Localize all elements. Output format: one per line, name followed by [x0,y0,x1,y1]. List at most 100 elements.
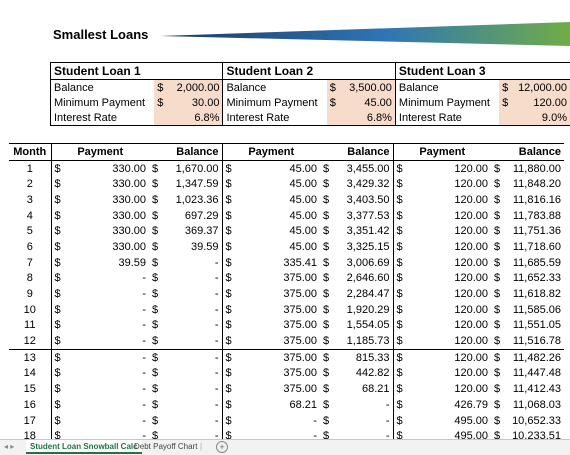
month-cell[interactable]: 17 [9,413,51,429]
payment-cell[interactable]: 120.00 [407,255,491,271]
payment-currency-cell[interactable]: $ [221,348,236,366]
balance-cell[interactable]: 11,482.26 [505,348,564,366]
payment-cell[interactable]: 45.00 [236,223,320,239]
payment-currency-cell[interactable]: $ [50,348,65,366]
balance-currency-cell[interactable]: $ [491,381,505,397]
loan-1-min-value[interactable]: 30.00 [170,95,223,110]
payment-cell[interactable]: 120.00 [407,381,491,397]
payment-currency-cell[interactable]: $ [221,192,236,208]
balance-cell[interactable]: 11,652.33 [505,271,564,287]
balance-currency-cell[interactable]: $ [491,271,505,287]
payment-currency-cell[interactable]: $ [221,301,236,318]
month-cell[interactable]: 13 [9,348,51,366]
loan-1-balance-currency[interactable]: $ [154,79,171,95]
month-cell[interactable]: 14 [9,366,51,382]
header-loan-2-payment[interactable]: Payment [221,143,320,161]
balance-cell[interactable]: 11,685.59 [505,255,564,271]
payment-cell[interactable]: 375.00 [236,366,320,382]
payment-cell[interactable]: - [65,366,149,382]
payment-currency-cell[interactable]: $ [50,381,65,397]
balance-cell[interactable]: - [163,333,222,349]
payment-cell[interactable]: 45.00 [236,176,320,192]
loan-1-min-currency[interactable]: $ [154,95,171,110]
payment-cell[interactable]: 120.00 [407,318,491,334]
balance-currency-cell[interactable]: $ [320,318,334,334]
payment-currency-cell[interactable]: $ [50,239,65,255]
payment-currency-cell[interactable]: $ [50,176,65,193]
balance-cell[interactable]: 39.59 [163,239,222,255]
payment-cell[interactable]: 330.00 [65,223,149,239]
balance-cell[interactable]: 11,516.78 [505,333,564,349]
balance-currency-cell[interactable]: $ [491,223,505,239]
payment-cell[interactable]: 120.00 [407,208,491,224]
loan-2-balance-currency[interactable]: $ [326,79,343,95]
balance-cell[interactable]: 11,751.36 [505,223,564,239]
balance-currency-cell[interactable]: $ [320,413,334,429]
balance-currency-cell[interactable]: $ [491,366,505,382]
balance-cell[interactable]: 1,347.59 [163,176,222,192]
balance-cell[interactable]: 1,920.29 [334,302,393,318]
payment-cell[interactable]: 375.00 [236,348,320,366]
payment-cell[interactable]: 375.00 [236,333,320,349]
balance-cell[interactable]: 3,403.50 [334,192,393,208]
payment-currency-cell[interactable]: $ [50,317,65,334]
month-cell[interactable]: 2 [9,176,51,192]
payment-currency-cell[interactable]: $ [392,381,407,397]
balance-currency-cell[interactable]: $ [320,366,334,382]
payment-cell[interactable]: 330.00 [65,160,149,176]
balance-currency-cell[interactable]: $ [491,192,505,208]
balance-cell[interactable]: 3,429.32 [334,176,393,192]
payment-cell[interactable]: 330.00 [65,239,149,255]
balance-cell[interactable]: 2,284.47 [334,286,393,302]
payment-cell[interactable]: 45.00 [236,208,320,224]
loan-3-balance-value[interactable]: 12,000.00 [515,79,570,95]
payment-cell[interactable]: 375.00 [236,318,320,334]
balance-currency-cell[interactable]: $ [491,397,505,413]
payment-cell[interactable]: 120.00 [407,192,491,208]
payment-currency-cell[interactable]: $ [221,397,236,413]
loan-3-rate-value[interactable]: 9.0% [515,110,570,126]
balance-cell[interactable]: 10,652.33 [505,413,564,429]
balance-cell[interactable]: 369.37 [163,223,222,239]
balance-cell[interactable]: - [334,397,393,413]
balance-cell[interactable]: 1,185.73 [334,333,393,349]
balance-currency-cell[interactable]: $ [149,302,163,318]
balance-cell[interactable]: 3,351.42 [334,223,393,239]
header-month[interactable]: Month [9,143,51,161]
loan-1-rate-label[interactable]: Interest Rate [50,110,155,126]
payment-cell[interactable]: 120.00 [407,223,491,239]
payment-cell[interactable]: - [65,413,149,429]
payment-currency-cell[interactable]: $ [392,176,407,193]
payment-currency-cell[interactable]: $ [392,301,407,318]
balance-cell[interactable]: - [163,318,222,334]
payment-cell[interactable]: - [65,302,149,318]
add-sheet-icon[interactable]: + [216,441,228,453]
sheet-scroll-icon[interactable]: ◂ ▸ [4,440,14,454]
month-cell[interactable]: 8 [9,271,51,287]
balance-cell[interactable]: 68.21 [334,381,393,397]
loan-2-min-value[interactable]: 45.00 [342,95,396,110]
payment-cell[interactable]: 120.00 [407,366,491,382]
balance-cell[interactable]: 11,783.88 [505,208,564,224]
loan-3-rate-spacer[interactable] [499,110,515,126]
balance-currency-cell[interactable]: $ [320,397,334,413]
payment-cell[interactable]: 330.00 [65,208,149,224]
balance-currency-cell[interactable]: $ [491,286,505,302]
balance-currency-cell[interactable]: $ [149,413,163,429]
payment-currency-cell[interactable]: $ [392,333,407,350]
balance-cell[interactable]: - [163,348,222,366]
payment-currency-cell[interactable]: $ [392,365,407,382]
payment-currency-cell[interactable]: $ [50,254,65,271]
balance-currency-cell[interactable]: $ [320,176,334,192]
balance-cell[interactable]: - [163,302,222,318]
payment-cell[interactable]: - [65,348,149,366]
payment-cell[interactable]: - [65,381,149,397]
payment-cell[interactable]: 45.00 [236,192,320,208]
balance-currency-cell[interactable]: $ [491,333,505,349]
payment-cell[interactable]: 375.00 [236,302,320,318]
balance-currency-cell[interactable]: $ [320,239,334,255]
balance-currency-cell[interactable]: $ [320,223,334,239]
loan-1-name[interactable]: Student Loan 1 [49,62,223,80]
payment-currency-cell[interactable]: $ [392,254,407,271]
payment-cell[interactable]: 45.00 [236,239,320,255]
